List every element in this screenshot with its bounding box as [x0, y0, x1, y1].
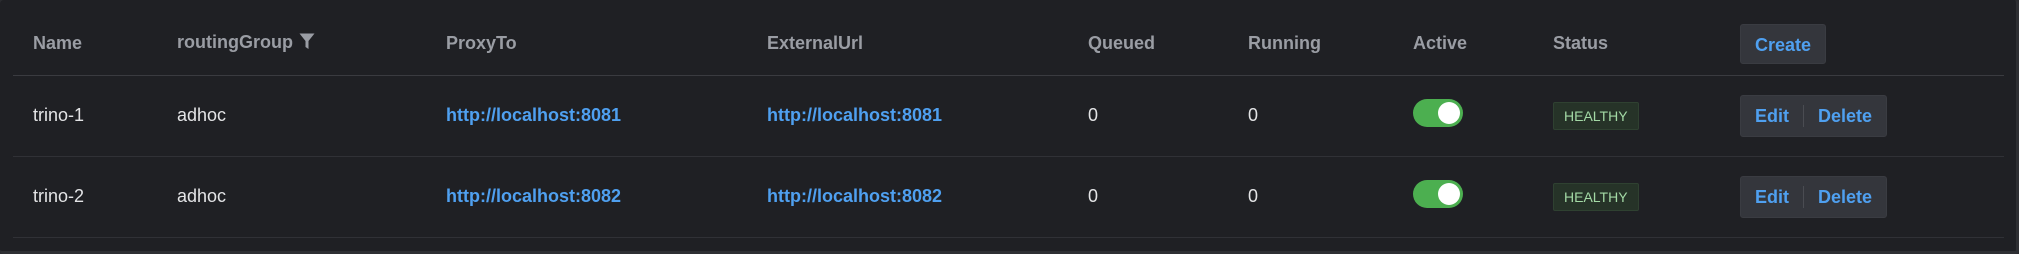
table-header-row: Name routingGroup ProxyTo ExternalUrl Qu… — [13, 13, 2004, 75]
cell-status: HEALTHY — [1533, 75, 1720, 156]
table-row: trino-1 adhoc http://localhost:8081 http… — [13, 75, 2004, 156]
edit-button[interactable]: Edit — [1741, 96, 1803, 136]
cell-queued: 0 — [1088, 105, 1099, 125]
col-header-status: Status — [1553, 33, 1609, 54]
delete-button[interactable]: Delete — [1804, 177, 1886, 217]
cell-proxy-to: http://localhost:8082 — [426, 156, 747, 237]
status-badge: HEALTHY — [1553, 182, 1639, 211]
toggle-knob — [1438, 183, 1460, 205]
cell-actions: Edit Delete — [1720, 156, 2004, 237]
cell-routing-group: adhoc — [177, 105, 227, 125]
col-header-queued: Queued — [1088, 33, 1156, 54]
active-toggle[interactable] — [1413, 180, 1463, 208]
col-header-routing-group-label: routingGroup — [177, 32, 293, 53]
table-row: trino-2 adhoc http://localhost:8082 http… — [13, 156, 2004, 237]
cell-external-url: http://localhost:8082 — [747, 156, 1068, 237]
cell-running: 0 — [1248, 186, 1259, 206]
filter-icon[interactable] — [299, 33, 315, 55]
col-header-external-url: ExternalUrl — [767, 33, 864, 54]
cell-name: trino-2 — [33, 186, 85, 206]
proxy-to-link[interactable]: http://localhost:8082 — [446, 186, 621, 206]
cell-name: trino-1 — [33, 105, 85, 125]
cell-actions: Edit Delete — [1720, 75, 2004, 156]
cell-active — [1393, 156, 1533, 237]
proxy-to-link[interactable]: http://localhost:8081 — [446, 105, 621, 125]
edit-button[interactable]: Edit — [1741, 177, 1803, 217]
col-header-actions: Create — [1720, 13, 2004, 75]
cell-queued: 0 — [1088, 186, 1099, 206]
backends-panel: Name routingGroup ProxyTo ExternalUrl Qu… — [0, 0, 2019, 254]
row-actions: Edit Delete — [1740, 94, 1888, 137]
cell-status: HEALTHY — [1533, 156, 1720, 237]
toggle-knob — [1438, 102, 1460, 124]
active-toggle[interactable] — [1413, 99, 1463, 127]
col-header-running: Running — [1248, 33, 1321, 54]
create-button[interactable]: Create — [1740, 23, 1827, 64]
col-header-proxy-to: ProxyTo — [446, 33, 517, 54]
col-header-routing-group: routingGroup — [157, 13, 426, 75]
external-url-link[interactable]: http://localhost:8081 — [767, 105, 942, 125]
backends-table: Name routingGroup ProxyTo ExternalUrl Qu… — [13, 13, 2004, 238]
cell-running: 0 — [1248, 105, 1259, 125]
cell-external-url: http://localhost:8081 — [747, 75, 1068, 156]
delete-button[interactable]: Delete — [1804, 96, 1886, 136]
status-badge: HEALTHY — [1553, 101, 1639, 130]
row-actions: Edit Delete — [1740, 175, 1888, 218]
cell-proxy-to: http://localhost:8081 — [426, 75, 747, 156]
external-url-link[interactable]: http://localhost:8082 — [767, 186, 942, 206]
cell-active — [1393, 75, 1533, 156]
cell-routing-group: adhoc — [177, 186, 227, 206]
col-header-active: Active — [1413, 33, 1468, 54]
col-header-name: Name — [33, 33, 83, 54]
